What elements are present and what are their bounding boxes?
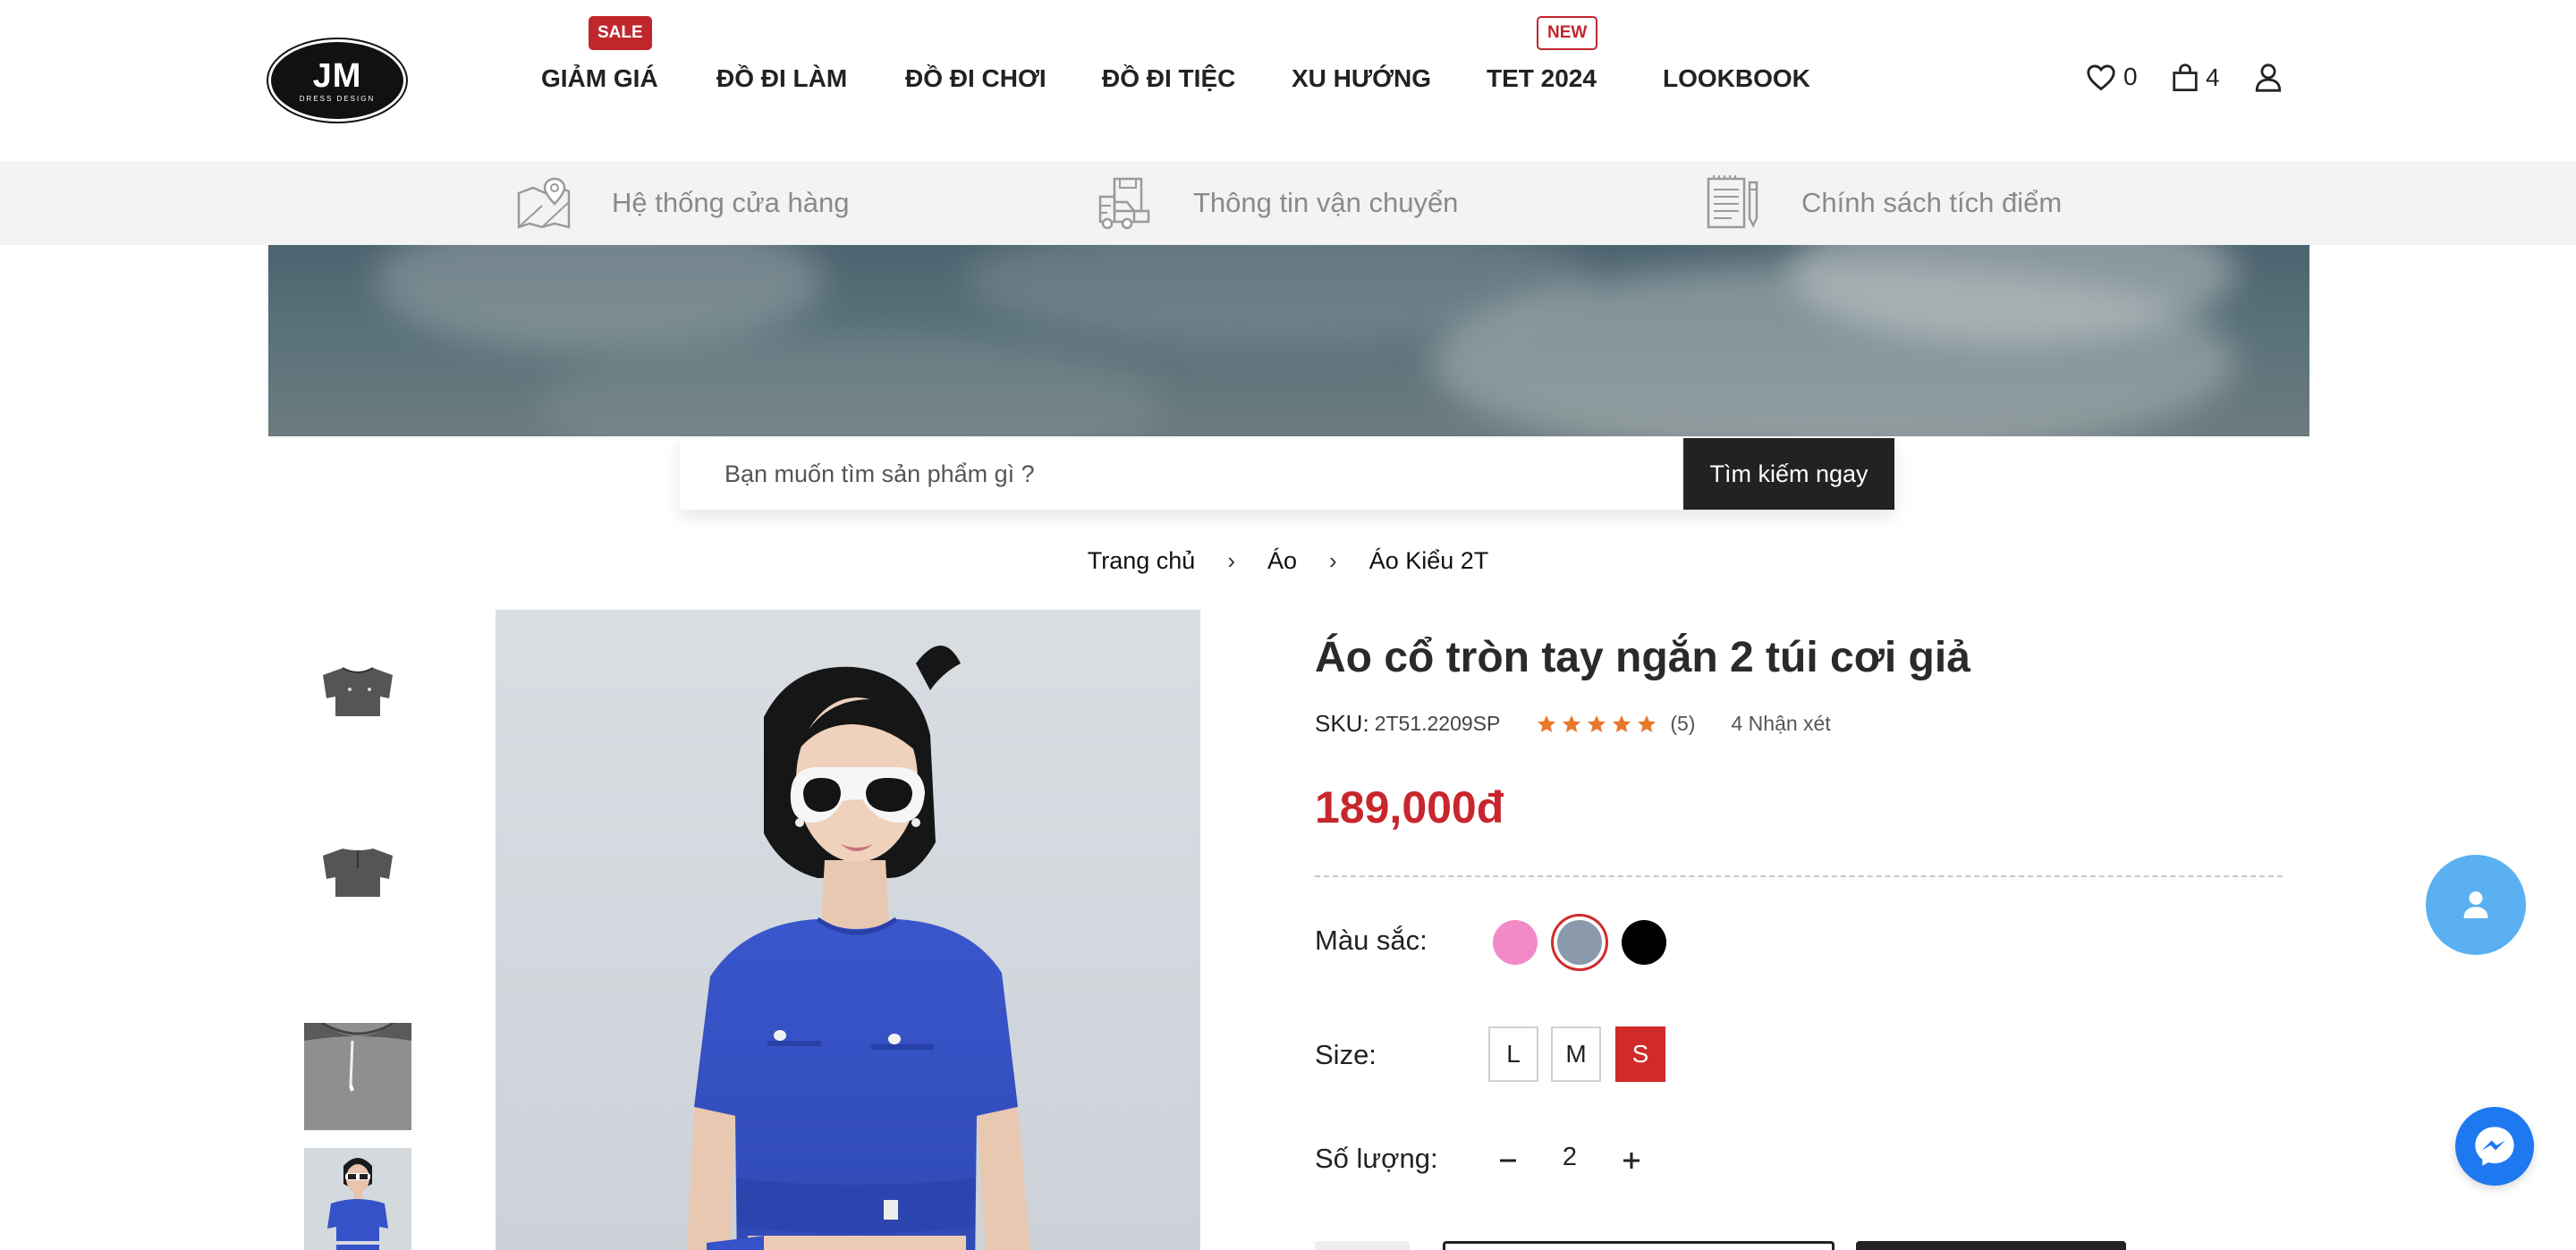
quantity-value[interactable]: 2 bbox=[1547, 1143, 1592, 1172]
logo-main-text: JM bbox=[312, 56, 362, 95]
cart-button[interactable]: 4 bbox=[2172, 63, 2220, 93]
info-shipping-label: Thông tin vận chuyển bbox=[1193, 187, 1459, 218]
info-store-system[interactable]: Hệ thống cửa hàng bbox=[515, 175, 850, 231]
crop-top-front-image bbox=[323, 667, 393, 716]
bag-icon bbox=[2173, 63, 2198, 91]
add-to-cart-button[interactable] bbox=[1443, 1241, 1835, 1250]
nav-item-tet-2024[interactable]: TET 2024 bbox=[1487, 64, 1597, 93]
document-pen-icon bbox=[1707, 175, 1758, 229]
product-title: Áo cổ tròn tay ngắn 2 túi cơi giả bbox=[1315, 634, 1970, 681]
rating-count: (5) bbox=[1670, 712, 1696, 735]
search-input[interactable] bbox=[680, 438, 1683, 510]
wishlist-button[interactable]: 0 bbox=[2086, 63, 2138, 91]
chevron-right-icon: › bbox=[1227, 547, 1235, 574]
rating-stars[interactable] bbox=[1536, 714, 1657, 735]
crop-top-back-image bbox=[323, 849, 393, 897]
sku-label: SKU: bbox=[1315, 710, 1369, 737]
nav-item-do-di-choi[interactable]: ĐỒ ĐI CHƠI bbox=[905, 64, 1046, 93]
nav-item-do-di-tiec[interactable]: ĐỒ ĐI TIỆC bbox=[1102, 64, 1235, 93]
user-icon bbox=[2255, 63, 2282, 92]
reviews-link[interactable]: 4 Nhận xét bbox=[1731, 712, 1830, 736]
star-icon bbox=[1613, 714, 1631, 732]
size-option-m[interactable]: M bbox=[1551, 1026, 1601, 1082]
model-photo-image bbox=[496, 610, 1200, 1250]
delivery-truck-icon bbox=[1098, 177, 1150, 230]
color-label: Màu sắc: bbox=[1315, 925, 1428, 956]
search-bar: Tìm kiếm ngay bbox=[680, 438, 1894, 510]
heart-icon bbox=[2087, 64, 2115, 91]
logo-sub-text: DRESS DESIGN bbox=[299, 94, 376, 103]
size-label: Size: bbox=[1315, 1039, 1377, 1070]
floating-account-button[interactable] bbox=[2426, 855, 2526, 955]
plus-icon bbox=[1623, 1153, 1640, 1169]
star-icon bbox=[1538, 714, 1556, 732]
info-points-policy[interactable]: Chính sách tích điểm bbox=[1705, 175, 2062, 231]
chevron-right-icon: › bbox=[1329, 547, 1337, 574]
user-icon bbox=[2463, 891, 2488, 918]
breadcrumb: Trang chủ › Áo › Áo Kiểu 2T bbox=[0, 547, 2576, 575]
nav-item-do-di-lam[interactable]: ĐỒ ĐI LÀM bbox=[716, 64, 847, 93]
product-price: 189,000đ bbox=[1315, 782, 1504, 832]
info-shipping[interactable]: Thông tin vận chuyển bbox=[1097, 175, 1458, 231]
star-icon bbox=[1588, 714, 1606, 732]
buy-now-button[interactable] bbox=[1856, 1241, 2126, 1250]
cart-count: 4 bbox=[2206, 63, 2220, 91]
divider bbox=[1315, 875, 2283, 877]
product-meta: SKU: 2T51.2209SP (5) 4 Nhận xét bbox=[1315, 710, 1831, 738]
quantity-label: Số lượng: bbox=[1315, 1143, 1438, 1174]
sale-badge: SALE bbox=[589, 16, 652, 50]
map-pin-icon bbox=[517, 177, 571, 229]
nav-item-xu-huong[interactable]: XU HƯỚNG bbox=[1292, 64, 1431, 93]
color-swatch-black[interactable] bbox=[1622, 920, 1666, 965]
quantity-decrease-button[interactable] bbox=[1488, 1141, 1528, 1180]
model-wearing-top-image bbox=[304, 1148, 411, 1250]
size-option-l[interactable]: L bbox=[1488, 1026, 1538, 1082]
messenger-icon bbox=[2475, 1127, 2514, 1166]
color-swatch-pink[interactable] bbox=[1493, 920, 1538, 965]
product-thumbnail-2[interactable] bbox=[304, 819, 411, 926]
star-icon bbox=[1563, 714, 1581, 732]
account-button[interactable] bbox=[2254, 63, 2283, 93]
star-icon bbox=[1638, 714, 1657, 732]
wishlist-count: 0 bbox=[2123, 63, 2138, 90]
info-points-label: Chính sách tích điểm bbox=[1801, 187, 2063, 218]
breadcrumb-current[interactable]: Áo Kiểu 2T bbox=[1369, 547, 1489, 575]
breadcrumb-category[interactable]: Áo bbox=[1267, 547, 1297, 575]
info-bar: Hệ thống cửa hàng Thông tin vận chuyển C… bbox=[0, 161, 2576, 245]
search-button[interactable]: Tìm kiếm ngay bbox=[1683, 438, 1894, 510]
breadcrumb-home[interactable]: Trang chủ bbox=[1088, 547, 1196, 575]
nav-item-lookbook[interactable]: LOOKBOOK bbox=[1663, 64, 1810, 93]
hero-banner bbox=[268, 245, 2309, 436]
brand-logo[interactable]: JM DRESS DESIGN bbox=[268, 39, 406, 122]
wishlist-add-button[interactable] bbox=[1315, 1241, 1410, 1250]
quantity-increase-button[interactable] bbox=[1612, 1141, 1651, 1180]
new-badge: NEW bbox=[1537, 16, 1598, 50]
collar-detail-image bbox=[304, 1023, 411, 1130]
product-main-image[interactable] bbox=[496, 610, 1200, 1250]
product-thumbnail-4[interactable] bbox=[304, 1148, 411, 1250]
nav-item-giam-gia[interactable]: GIẢM GIÁ bbox=[541, 64, 658, 93]
messenger-button[interactable] bbox=[2455, 1107, 2534, 1186]
product-thumbnail-1[interactable] bbox=[304, 638, 411, 746]
color-swatch-grey-selected[interactable] bbox=[1557, 920, 1602, 965]
site-header: JM DRESS DESIGN SALE NEW GIẢM GIÁ ĐỒ ĐI … bbox=[0, 0, 2576, 161]
size-option-s-selected[interactable]: S bbox=[1615, 1026, 1665, 1082]
info-store-label: Hệ thống cửa hàng bbox=[612, 187, 850, 218]
sku-value: 2T51.2209SP bbox=[1374, 712, 1501, 735]
minus-icon bbox=[1500, 1159, 1516, 1162]
product-thumbnail-3[interactable] bbox=[304, 1023, 411, 1130]
